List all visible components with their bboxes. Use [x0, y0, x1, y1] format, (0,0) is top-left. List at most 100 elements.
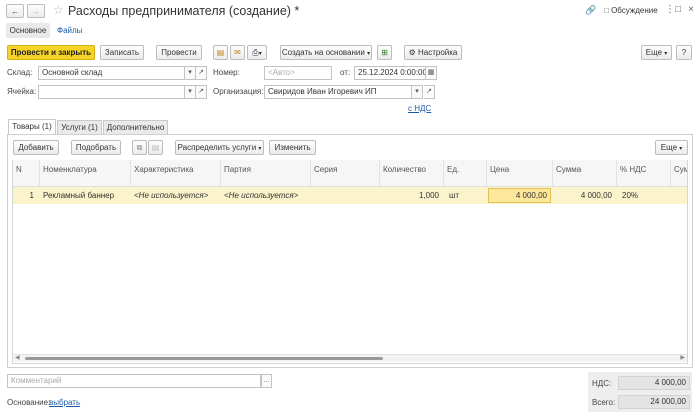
warehouse-field[interactable]: Основной склад	[38, 66, 185, 80]
open-link-icon: ↗	[198, 69, 204, 76]
more-button[interactable]: Еще ▾	[641, 45, 672, 60]
row-price[interactable]: 4 000,00	[488, 188, 550, 204]
column-header-characteristic[interactable]: Характеристика	[131, 160, 221, 187]
column-header-vat-rate[interactable]: % НДС	[617, 160, 671, 187]
chevron-down-icon: ▾	[679, 146, 683, 152]
link-icon[interactable]: 🔗	[585, 5, 596, 16]
table-more-label: Еще	[660, 143, 678, 152]
pick-button[interactable]: Подобрать	[71, 140, 121, 155]
change-button[interactable]: Изменить	[269, 140, 316, 155]
basis-select-link[interactable]: выбрать	[49, 398, 80, 407]
help-button[interactable]: ?	[676, 45, 692, 60]
row-sum[interactable]: 4 000,00	[553, 188, 615, 204]
chevron-down-icon: ▾	[664, 51, 668, 57]
comment-expand-button[interactable]: …	[261, 374, 272, 388]
scroll-left-icon[interactable]: ◀	[15, 354, 20, 361]
hierarchy-icon: ⊞	[381, 48, 388, 57]
distribute-services-button[interactable]: Распределить услуги ▾	[175, 140, 264, 155]
chevron-down-icon: ▾	[367, 51, 371, 57]
scroll-right-icon[interactable]: ▶	[680, 354, 685, 361]
cell-dropdown-button[interactable]: ▾	[185, 85, 196, 99]
warehouse-dropdown-button[interactable]: ▾	[185, 66, 196, 80]
copy-icon: ⧉	[136, 143, 143, 152]
envelope-icon: ✉	[234, 48, 241, 57]
basis-label: Основание:	[7, 398, 51, 407]
date-label: от:	[340, 68, 351, 77]
tab-main[interactable]: Основное	[6, 23, 50, 38]
organization-label: Организация:	[213, 87, 264, 96]
discussion-label: Обсуждение	[611, 6, 658, 15]
forward-button[interactable]: →	[27, 4, 45, 18]
chevron-down-icon: ▾	[188, 69, 192, 76]
save-button[interactable]: Записать	[100, 45, 144, 60]
column-header-vat-sum[interactable]: Сум	[671, 160, 687, 187]
discussion-button[interactable]: □ Обсуждение	[604, 6, 658, 15]
warehouse-open-button[interactable]: ↗	[196, 66, 207, 80]
favorite-star-icon[interactable]: ☆	[53, 3, 64, 17]
window-title: Расходы предпринимателя (создание) *	[68, 4, 300, 18]
row-characteristic[interactable]: <Не используется>	[131, 188, 221, 204]
horizontal-scrollbar[interactable]: ◀ ▶	[13, 354, 687, 362]
grand-total-label: Всего:	[592, 398, 616, 407]
structure-icon-button[interactable]: ⊞	[377, 45, 392, 60]
mail-icon-button[interactable]: ✉	[230, 45, 245, 60]
paste-button[interactable]: ▤	[148, 140, 163, 155]
tab-additional[interactable]: Дополнительно	[103, 120, 168, 134]
row-quantity[interactable]: 1,000	[380, 188, 442, 204]
row-unit[interactable]: шт	[446, 188, 487, 204]
more-label: Еще	[645, 48, 663, 57]
column-header-n[interactable]: N	[13, 160, 40, 187]
create-based-on-button[interactable]: Создать на основании ▾	[280, 45, 372, 60]
number-field[interactable]: <Авто>	[264, 66, 332, 80]
warehouse-label: Склад:	[7, 68, 33, 77]
tab-goods[interactable]: Товары (1)	[8, 119, 56, 134]
tab-services[interactable]: Услуги (1)	[57, 120, 102, 134]
column-header-sum[interactable]: Сумма	[553, 160, 617, 187]
row-nomenclature[interactable]: Рекламный баннер	[40, 188, 131, 204]
arrow-right-icon: →	[32, 7, 40, 16]
column-header-nomenclature[interactable]: Номенклатура	[40, 160, 131, 187]
column-header-batch[interactable]: Партия	[221, 160, 311, 187]
tab-files[interactable]: Файлы	[57, 26, 82, 35]
comment-field[interactable]: Комментарий	[7, 374, 261, 388]
document-icon-button[interactable]: ▤	[213, 45, 228, 60]
arrow-left-icon: ←	[11, 7, 19, 16]
chevron-down-icon: ▾	[415, 88, 419, 95]
back-button[interactable]: ←	[6, 4, 24, 18]
add-button[interactable]: Добавить	[13, 140, 59, 155]
post-and-close-button[interactable]: Провести и закрыть	[7, 45, 95, 60]
calendar-icon: ▦	[427, 69, 435, 76]
scrollbar-thumb[interactable]	[25, 357, 383, 360]
menu-dots-icon[interactable]: ⋮	[665, 4, 675, 15]
column-header-series[interactable]: Серия	[311, 160, 380, 187]
column-header-unit[interactable]: Ед.	[444, 160, 487, 187]
vat-total-value: 4 000,00	[618, 376, 690, 390]
vat-link[interactable]: с НДС	[408, 104, 431, 113]
row-batch[interactable]: <Не используется>	[221, 188, 311, 204]
maximize-icon[interactable]: □	[675, 4, 681, 15]
post-button[interactable]: Провести	[156, 45, 202, 60]
copy-button[interactable]: ⧉	[132, 140, 147, 155]
number-label: Номер:	[213, 68, 240, 77]
organization-dropdown-button[interactable]: ▾	[412, 85, 423, 99]
organization-open-button[interactable]: ↗	[424, 85, 435, 99]
chat-icon: □	[604, 6, 609, 15]
document-icon: ▤	[216, 48, 225, 57]
close-icon[interactable]: ×	[688, 4, 694, 15]
row-series[interactable]	[311, 188, 380, 204]
column-header-price[interactable]: Цена	[487, 160, 553, 187]
chevron-down-icon: ▾	[258, 146, 262, 152]
date-field[interactable]: 25.12.2024 0:00:00	[354, 66, 426, 80]
organization-field[interactable]: Свиридов Иван Игоревич ИП	[264, 85, 412, 99]
cell-open-button[interactable]: ↗	[196, 85, 207, 99]
row-vat-rate[interactable]: 20%	[619, 188, 669, 204]
table-more-button[interactable]: Еще ▾	[655, 140, 688, 155]
chevron-down-icon: ▾	[258, 51, 262, 57]
calendar-button[interactable]: ▦	[426, 66, 437, 80]
column-header-quantity[interactable]: Количество	[380, 160, 444, 187]
settings-button[interactable]: ⚙ Настройка	[404, 45, 462, 60]
settings-label: Настройка	[418, 48, 458, 57]
gear-icon: ⚙	[408, 48, 416, 57]
cell-field[interactable]	[38, 85, 185, 99]
print-button[interactable]: ⎙▾	[247, 45, 267, 60]
